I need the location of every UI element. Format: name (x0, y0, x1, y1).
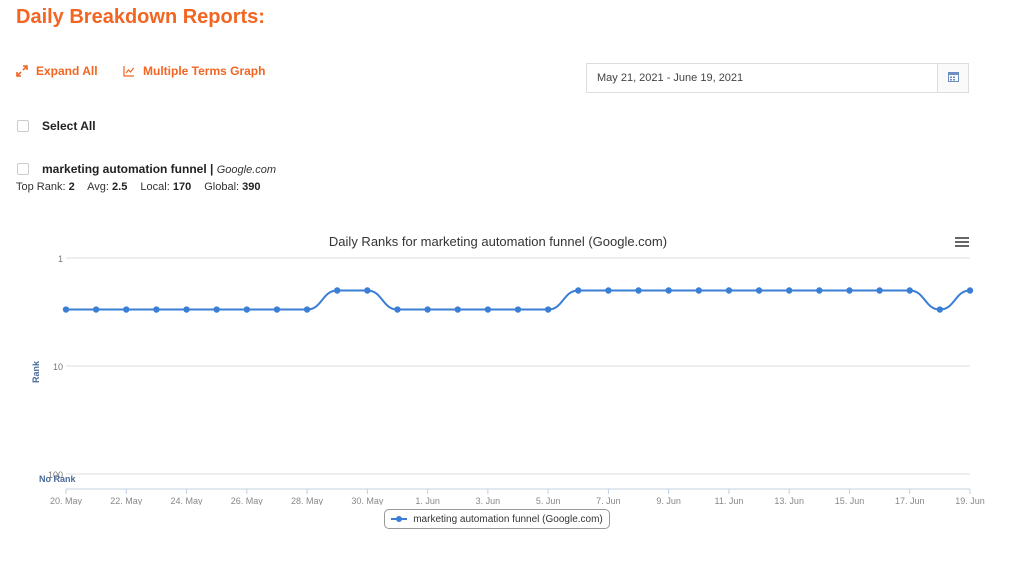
expand-all-label: Expand All (36, 64, 98, 78)
data-point[interactable] (334, 287, 341, 294)
data-point[interactable] (364, 287, 371, 294)
data-point[interactable] (213, 306, 220, 313)
term-label: marketing automation funnel | Google.com (42, 162, 276, 176)
data-point[interactable] (394, 306, 401, 313)
multiple-terms-graph-button[interactable]: Multiple Terms Graph (123, 64, 265, 78)
legend-series-label: marketing automation funnel (Google.com) (413, 513, 603, 525)
data-point[interactable] (183, 306, 190, 313)
avg-value: 2.5 (112, 181, 128, 193)
chart-legend[interactable]: marketing automation funnel (Google.com) (384, 509, 610, 529)
y-tick-label: 10 (53, 362, 63, 372)
data-point[interactable] (755, 287, 763, 294)
line-chart-icon (123, 65, 135, 77)
top-rank-value: 2 (68, 181, 75, 193)
x-tick-label: 5. Jun (536, 496, 561, 505)
data-point[interactable] (484, 306, 492, 313)
term-checkbox[interactable] (17, 163, 29, 175)
data-point[interactable] (605, 287, 612, 294)
data-point[interactable] (243, 306, 250, 313)
x-tick-label: 24. May (171, 496, 204, 505)
x-tick-label: 22. May (110, 496, 143, 505)
x-tick-label: 15. Jun (835, 496, 865, 505)
x-tick-label: 1. Jun (415, 496, 440, 505)
page-title: Daily Breakdown Reports: (16, 6, 265, 28)
data-point[interactable] (575, 287, 582, 294)
multiple-terms-graph-label: Multiple Terms Graph (143, 64, 266, 78)
local-value: 170 (172, 181, 192, 193)
data-point[interactable] (695, 287, 702, 294)
legend-series-marker (391, 514, 408, 524)
term-keyword: marketing automation funnel (42, 162, 207, 176)
data-point[interactable] (665, 287, 672, 294)
data-point[interactable] (876, 287, 883, 294)
data-point[interactable] (966, 287, 974, 294)
term-domain: Google.com (216, 164, 277, 176)
data-point[interactable] (786, 287, 793, 294)
x-tick-label: 13. Jun (774, 496, 804, 505)
x-tick-label: 11. Jun (715, 496, 744, 505)
calendar-icon (947, 69, 959, 87)
data-point[interactable] (936, 306, 944, 313)
hamburger-menu-icon[interactable] (955, 237, 969, 247)
calendar-button[interactable] (937, 64, 968, 92)
date-range-input[interactable]: May 21, 2021 - June 19, 2021 (587, 64, 937, 92)
top-rank-label: Top Rank: (16, 181, 66, 193)
no-rank-label: No Rank (39, 474, 77, 484)
avg-label: Avg: (87, 181, 109, 193)
x-tick-label: 19. Jun (955, 496, 985, 505)
data-point[interactable] (123, 306, 130, 313)
expand-all-button[interactable]: Expand All (16, 64, 98, 78)
data-point[interactable] (544, 306, 552, 313)
global-label: Global: (204, 181, 240, 193)
x-tick-label: 28. May (291, 496, 324, 505)
expand-arrows-icon (16, 65, 28, 77)
date-range-picker[interactable]: May 21, 2021 - June 19, 2021 (586, 63, 969, 93)
data-point[interactable] (725, 287, 733, 294)
data-point[interactable] (273, 306, 281, 313)
select-all-label: Select All (42, 119, 96, 133)
x-tick-label: 9. Jun (656, 496, 681, 505)
x-tick-label: 7. Jun (596, 496, 621, 505)
x-tick-label: 3. Jun (476, 496, 501, 505)
x-tick-label: 17. Jun (895, 496, 925, 505)
y-tick-label: 1 (58, 254, 63, 264)
x-tick-label: 30. May (351, 496, 384, 505)
chart-title: Daily Ranks for marketing automation fun… (329, 234, 667, 249)
y-axis-title: Rank (31, 360, 41, 383)
data-point[interactable] (62, 306, 70, 313)
data-point[interactable] (424, 306, 431, 313)
data-point[interactable] (635, 287, 642, 294)
rank-chart: Daily Ranks for marketing automation fun… (31, 234, 985, 505)
data-point[interactable] (906, 287, 913, 294)
data-point[interactable] (153, 306, 160, 313)
x-tick-label: 26. May (231, 496, 264, 505)
global-value: 390 (242, 181, 261, 193)
data-point[interactable] (514, 306, 522, 313)
data-point[interactable] (846, 287, 853, 294)
term-stats: Top Rank: 2 Avg: 2.5 Local: 170 Global: … (16, 181, 271, 193)
data-point[interactable] (454, 306, 461, 313)
term-separator: | (210, 162, 214, 176)
x-tick-label: 20. May (50, 496, 83, 505)
local-label: Local: (140, 181, 170, 193)
data-point[interactable] (303, 306, 311, 313)
data-point[interactable] (92, 306, 100, 313)
select-all-checkbox[interactable] (17, 120, 29, 132)
data-point[interactable] (816, 287, 823, 294)
